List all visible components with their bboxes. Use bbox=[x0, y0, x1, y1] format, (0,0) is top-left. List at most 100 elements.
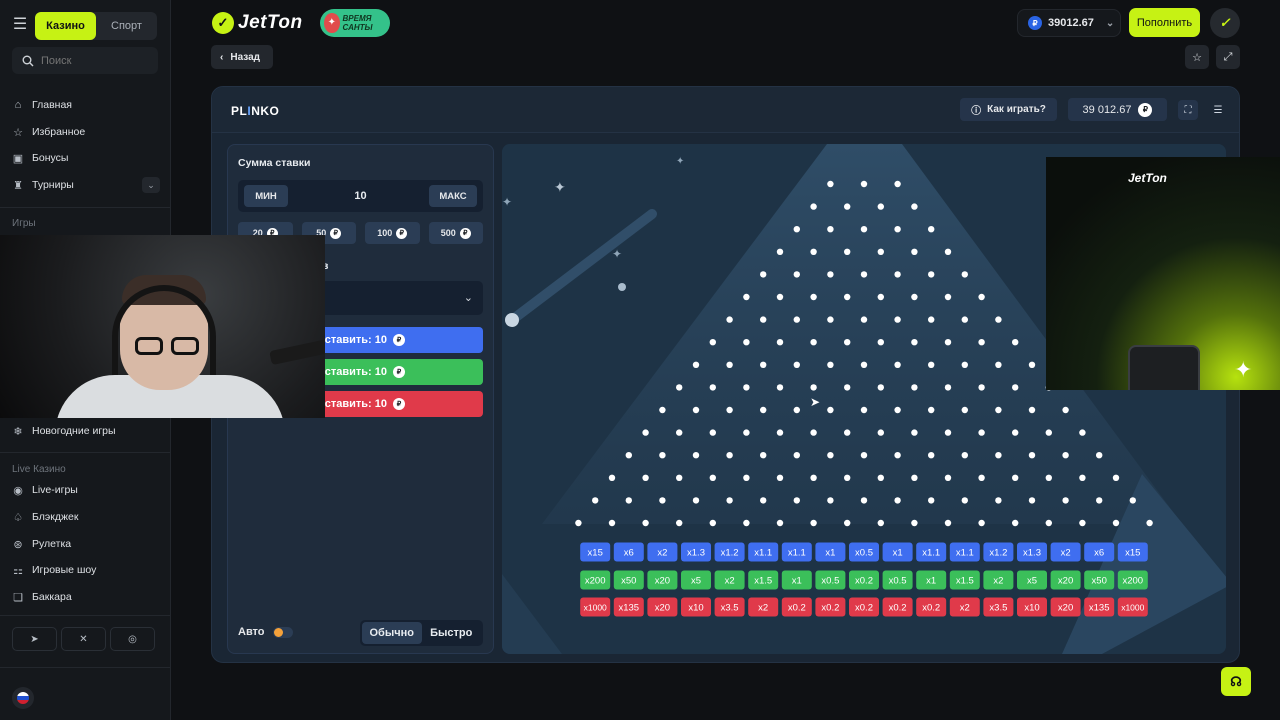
multiplier-label: x0.2 bbox=[889, 603, 907, 614]
favorite-star-icon[interactable]: ☆ bbox=[1185, 45, 1209, 69]
tab-sport[interactable]: Спорт bbox=[96, 12, 157, 40]
sidebar-item-bonuses[interactable]: ▣ Бонусы bbox=[12, 148, 160, 168]
plinko-peg bbox=[911, 519, 918, 527]
telegram-icon[interactable]: ➤ bbox=[12, 627, 57, 651]
sidebar-item-new-year-games[interactable]: ❄ Новогодние игры bbox=[12, 421, 160, 441]
x-icon[interactable]: ✕ bbox=[61, 627, 106, 651]
plinko-peg bbox=[961, 452, 968, 459]
sidebar-item-baccarat[interactable]: ❏ Баккара bbox=[12, 587, 160, 607]
sidebar-item-label: Игровые шоу bbox=[32, 564, 97, 576]
chevron-down-icon: ⌄ bbox=[463, 292, 473, 304]
sidebar-item-blackjack[interactable]: ♤ Блэкджек bbox=[12, 507, 160, 527]
sidebar-item-label: Бонусы bbox=[32, 152, 69, 164]
avatar[interactable]: ✓ bbox=[1210, 8, 1240, 38]
min-bet-button[interactable]: МИН bbox=[244, 185, 288, 207]
plinko-peg bbox=[978, 384, 985, 391]
deposit-button[interactable]: Пополнить bbox=[1129, 8, 1200, 37]
sidebar-item-roulette[interactable]: ⊛ Рулетка bbox=[12, 534, 160, 554]
auto-switch[interactable] bbox=[272, 626, 293, 638]
baccarat-icon: ❏ bbox=[13, 591, 23, 604]
plinko-peg bbox=[860, 452, 868, 459]
plinko-peg bbox=[743, 384, 750, 391]
multiplier-slot-blue: x1 bbox=[815, 542, 846, 562]
how-to-play-button[interactable]: ⓘ Как играть? bbox=[960, 98, 1057, 121]
games-section-title: Игры bbox=[12, 218, 36, 229]
divider bbox=[0, 667, 170, 668]
multiplier-slot-green: x1 bbox=[781, 570, 812, 590]
instagram-icon[interactable]: ◎ bbox=[110, 627, 155, 651]
multiplier-label: x3.5 bbox=[721, 603, 739, 614]
search-box[interactable] bbox=[12, 47, 158, 74]
snowflake-icon: ❄ bbox=[13, 425, 23, 438]
stake-input[interactable] bbox=[298, 180, 423, 212]
multiplier-slot-blue: x6 bbox=[1084, 542, 1115, 562]
ruble-coin-icon: ₽ bbox=[330, 227, 342, 239]
plinko-peg bbox=[877, 203, 884, 210]
auto-label: Авто bbox=[238, 626, 265, 638]
quick-bet-chip[interactable]: 500 ₽ bbox=[428, 222, 483, 244]
plinko-peg bbox=[1028, 452, 1036, 459]
plinko-peg bbox=[944, 474, 952, 481]
plinko-peg bbox=[995, 316, 1002, 323]
sidebar-item-favorites[interactable]: ☆ Избранное bbox=[12, 122, 160, 142]
sidebar-item-label: Новогодние игры bbox=[32, 425, 116, 437]
plinko-peg bbox=[608, 474, 616, 481]
chevron-down-icon[interactable]: ⌄ bbox=[142, 177, 160, 193]
sidebar-item-live-games[interactable]: ◉ Live-игры bbox=[12, 480, 160, 500]
speed-normal[interactable]: Обычно bbox=[362, 622, 422, 644]
multiplier-slot-green: x20 bbox=[1050, 570, 1081, 590]
plinko-peg bbox=[911, 384, 918, 391]
gift-icon: ✦ bbox=[324, 13, 340, 33]
hamburger-menu-icon[interactable]: ☰ bbox=[10, 14, 30, 36]
multiplier-label: x0.5 bbox=[889, 576, 907, 587]
spade-icon: ♤ bbox=[13, 511, 23, 524]
plinko-peg bbox=[776, 519, 784, 527]
fullscreen-icon[interactable]: ⛶ bbox=[1178, 100, 1198, 120]
divider bbox=[0, 452, 170, 453]
plinko-peg bbox=[659, 497, 666, 504]
svg-text:✦: ✦ bbox=[676, 156, 684, 167]
site-logo[interactable]: ✓ JetTon bbox=[212, 10, 303, 36]
plinko-peg bbox=[827, 271, 834, 278]
speed-fast[interactable]: Быстро bbox=[422, 622, 482, 644]
plinko-peg bbox=[827, 452, 834, 459]
sidebar-item-tournaments[interactable]: ♜ Турниры ⌄ bbox=[12, 175, 160, 195]
promo-badge[interactable]: ✦ ВРЕМЯ САНТЫ bbox=[320, 9, 390, 37]
multiplier-label: x15 bbox=[1125, 548, 1140, 559]
svg-text:✦: ✦ bbox=[502, 195, 512, 209]
multiplier-slot-red: x135 bbox=[613, 597, 644, 617]
multiplier-slot-red: x1000 bbox=[580, 597, 611, 617]
sidebar-item-game-shows[interactable]: ⚏ Игровые шоу bbox=[12, 560, 160, 580]
multiplier-slot-blue: x1.2 bbox=[983, 542, 1014, 562]
language-flag-icon[interactable] bbox=[12, 687, 34, 709]
expand-icon[interactable]: ⤢ bbox=[1216, 45, 1240, 69]
multiplier-slot-red: x3.5 bbox=[983, 597, 1014, 617]
plinko-peg bbox=[961, 361, 968, 368]
back-button[interactable]: ‹ Назад bbox=[211, 45, 273, 69]
multiplier-label: x0.5 bbox=[821, 576, 839, 587]
ruble-coin-icon: ₽ bbox=[396, 227, 408, 239]
max-bet-button[interactable]: МАКС bbox=[429, 185, 477, 207]
multiplier-slot-red: x0.2 bbox=[781, 597, 812, 617]
logo-mark-icon: ✓ bbox=[212, 12, 234, 34]
plinko-peg bbox=[995, 361, 1002, 368]
search-input[interactable] bbox=[41, 54, 141, 67]
menu-icon[interactable]: ☰ bbox=[1208, 100, 1228, 120]
plinko-peg bbox=[978, 519, 985, 527]
tab-casino[interactable]: Казино bbox=[35, 12, 96, 40]
multiplier-label: x5 bbox=[691, 576, 701, 587]
sidebar-item-home[interactable]: ⌂ Главная bbox=[12, 95, 160, 115]
balance-dropdown[interactable]: ₽ 39012.67 ⌄ bbox=[1017, 9, 1121, 37]
casino-sport-switch: Казино Спорт bbox=[35, 12, 157, 40]
star-icon: ☆ bbox=[13, 126, 23, 139]
multiplier-label: x1 bbox=[825, 548, 835, 559]
auto-toggle[interactable]: Авто bbox=[238, 626, 293, 638]
multiplier-label: x1000 bbox=[1121, 603, 1144, 613]
support-headset-icon[interactable]: ☊ bbox=[1221, 667, 1251, 696]
plinko-peg bbox=[810, 203, 817, 210]
plinko-peg bbox=[608, 519, 616, 527]
plinko-peg bbox=[1079, 519, 1086, 527]
quick-bet-chip[interactable]: 100 ₽ bbox=[365, 222, 420, 244]
plinko-peg bbox=[928, 406, 935, 414]
svg-text:✦: ✦ bbox=[612, 247, 622, 261]
